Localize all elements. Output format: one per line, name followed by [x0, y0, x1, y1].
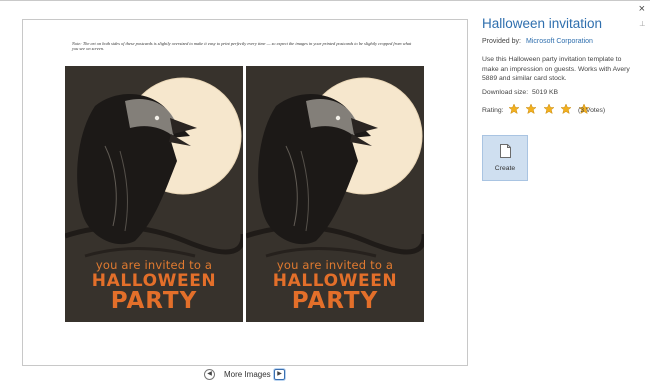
- card-invite-line: you are invited to a: [276, 258, 394, 272]
- create-button[interactable]: Create: [482, 135, 528, 181]
- next-arrow-icon[interactable]: ▶: [274, 369, 285, 380]
- preview-note: Note: The art on both sides of these pos…: [72, 41, 412, 52]
- more-images-label: More Images: [224, 370, 271, 379]
- template-title: Halloween invitation: [482, 16, 603, 31]
- template-description: Use this Halloween party invitation temp…: [482, 56, 630, 82]
- star-icon: [543, 103, 555, 115]
- template-preview-dialog: × ⟂ Note: The art on both sides of these…: [0, 0, 650, 383]
- download-size-value: 5019 KB: [532, 89, 559, 96]
- image-navigation: ◀ More Images ▶: [0, 369, 490, 381]
- card-invite-line: you are invited to a: [95, 258, 213, 272]
- provider-link[interactable]: Microsoft Corporation: [526, 38, 593, 45]
- postcard-preview-right: you are invited to a HALLOWEEN PARTY: [246, 66, 424, 322]
- card-party-line: PARTY: [291, 288, 379, 314]
- star-icon: [508, 103, 520, 115]
- prev-arrow-icon[interactable]: ◀: [204, 369, 215, 380]
- close-button[interactable]: ×: [639, 3, 645, 15]
- vote-count: (3 Votes): [578, 107, 606, 114]
- postcard-preview-left: you are invited to a HALLOWEEN PARTY: [65, 66, 243, 322]
- star-icon: [525, 103, 538, 115]
- star-icon: [560, 103, 573, 115]
- rating-label: Rating:: [482, 107, 504, 114]
- provided-by-label: Provided by:: [482, 38, 521, 45]
- document-icon: [500, 144, 511, 158]
- pin-icon[interactable]: ⟂: [640, 19, 645, 29]
- card-party-line: PARTY: [110, 288, 198, 314]
- create-button-label: Create: [494, 165, 516, 172]
- download-size-label: Download size:: [482, 89, 529, 96]
